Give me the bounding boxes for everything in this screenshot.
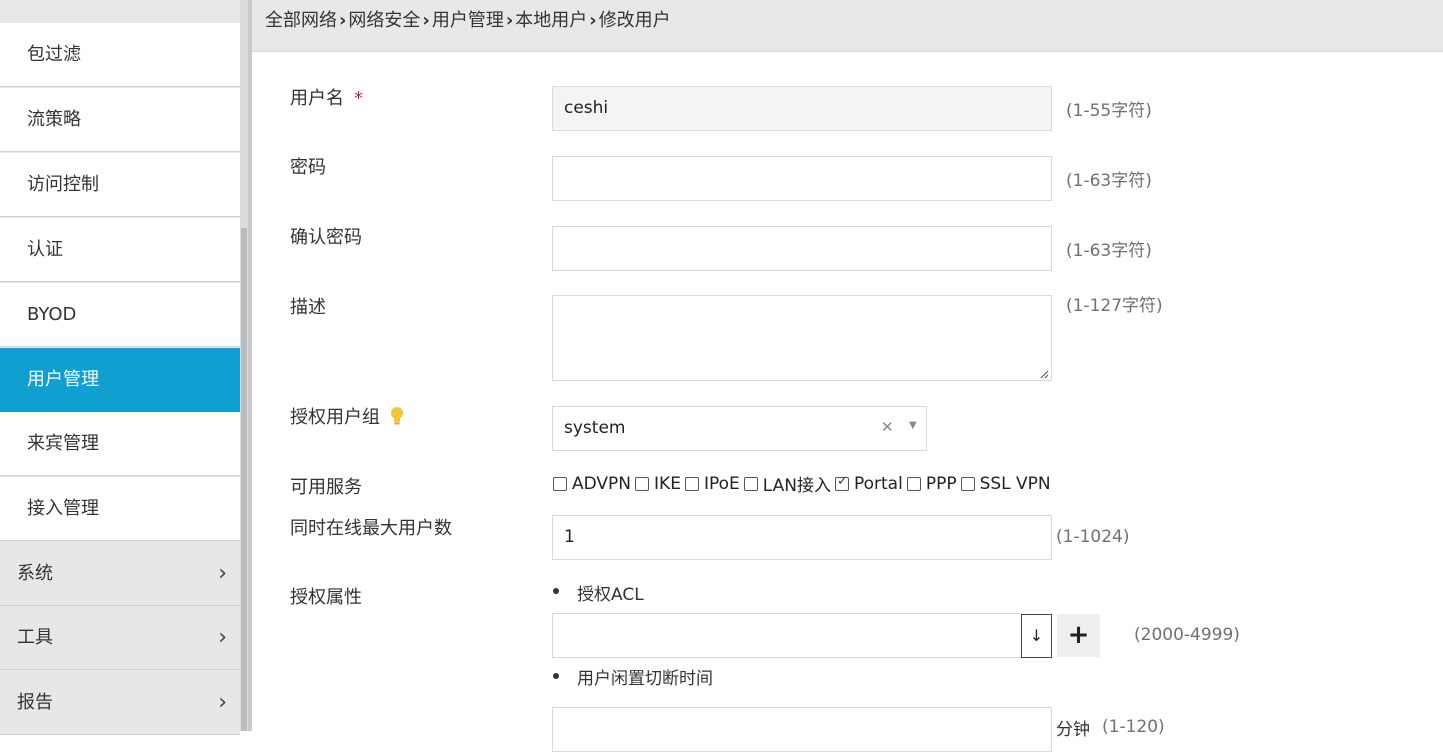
auth-group-label: 授权用户组 bbox=[290, 403, 404, 429]
service-portal[interactable]: Portal bbox=[834, 473, 903, 494]
chevron-right-icon: › bbox=[422, 10, 430, 31]
password-field[interactable] bbox=[552, 156, 1052, 201]
max-online-field[interactable]: 1 bbox=[552, 515, 1052, 560]
breadcrumb-item[interactable]: 用户管理 bbox=[432, 10, 504, 31]
description-label: 描述 bbox=[290, 297, 326, 318]
checkbox-label: LAN接入 bbox=[762, 476, 831, 496]
acl-input[interactable] bbox=[552, 613, 1022, 658]
checkbox-label: PPP bbox=[925, 473, 957, 494]
chevron-right-icon: › bbox=[589, 10, 597, 31]
description-textarea[interactable] bbox=[552, 295, 1052, 381]
add-acl-button[interactable]: + bbox=[1057, 614, 1100, 657]
username-label-text: 用户名 bbox=[290, 88, 344, 109]
sidebar-item-access-control[interactable]: 访问控制 bbox=[0, 153, 240, 217]
sidebar-scrollbar-thumb[interactable] bbox=[241, 228, 247, 731]
sidebar-item-flow-policy[interactable]: 流策略 bbox=[0, 88, 240, 152]
idle-cut-field[interactable] bbox=[552, 707, 1052, 752]
services-checkbox-group: ADVPN IKE IPoE LAN接入 Portal PPP SSL VPN bbox=[553, 471, 1055, 496]
service-advpn[interactable]: ADVPN bbox=[553, 474, 631, 494]
panel-divider bbox=[248, 0, 252, 731]
auth-group-selected: system bbox=[564, 418, 626, 438]
bullet-icon bbox=[553, 588, 559, 594]
confirm-password-field[interactable] bbox=[552, 226, 1052, 271]
acl-dropdown-button[interactable]: ↓ bbox=[1021, 614, 1052, 658]
dropdown-arrow-icon[interactable]: ▼ bbox=[909, 420, 917, 431]
checkbox[interactable] bbox=[684, 476, 699, 491]
sidebar-item-packet-filter[interactable]: 包过滤 bbox=[0, 23, 240, 87]
chevron-right-icon: › bbox=[505, 10, 514, 31]
checkbox-label: IKE bbox=[654, 473, 681, 494]
username-field[interactable]: ceshi bbox=[552, 86, 1052, 131]
arrow-down-icon: ↓ bbox=[1029, 626, 1044, 645]
checkbox[interactable] bbox=[960, 476, 975, 491]
checkbox[interactable] bbox=[906, 476, 921, 491]
chevron-right-icon: › bbox=[218, 625, 227, 650]
service-ipoe[interactable]: IPoE bbox=[684, 473, 740, 494]
username-hint: (1-55字符) bbox=[1066, 101, 1152, 121]
chevron-right-icon: › bbox=[339, 10, 347, 31]
sidebar: 包过滤 流策略 访问控制 认证 BYOD 用户管理 来宾管理 接入管理 系统 ›… bbox=[0, 0, 240, 735]
sidebar-group-label: 系统 bbox=[17, 563, 53, 584]
sidebar-item-access-management[interactable]: 接入管理 bbox=[0, 477, 240, 541]
password-hint: (1-63字符) bbox=[1066, 171, 1152, 191]
checkbox[interactable] bbox=[635, 476, 650, 491]
checkbox[interactable] bbox=[553, 476, 567, 491]
auth-group-label-text: 授权用户组 bbox=[290, 407, 380, 428]
idle-cut-hint: (1-120) bbox=[1102, 717, 1165, 737]
acl-hint: (2000-4999) bbox=[1134, 625, 1240, 645]
idle-cut-label: 用户闲置切断时间 bbox=[577, 669, 713, 689]
resize-grip-icon[interactable] bbox=[1039, 369, 1049, 379]
service-sslvpn[interactable]: SSL VPN bbox=[960, 473, 1051, 494]
acl-label: 授权ACL bbox=[577, 585, 644, 605]
sidebar-group-label: 工具 bbox=[17, 627, 53, 648]
idle-cut-unit: 分钟 bbox=[1056, 720, 1090, 740]
chevron-right-icon: › bbox=[218, 561, 227, 586]
sidebar-item-byod[interactable]: BYOD bbox=[0, 283, 240, 347]
lightbulb-icon[interactable] bbox=[390, 406, 404, 426]
breadcrumb: 全部网络 › 网络安全 › 用户管理 › 本地用户 › 修改用户 bbox=[252, 0, 1443, 52]
chevron-right-icon: › bbox=[218, 690, 227, 715]
confirm-password-label: 确认密码 bbox=[290, 227, 362, 248]
services-label: 可用服务 bbox=[290, 477, 362, 498]
required-mark: * bbox=[354, 88, 363, 109]
breadcrumb-current: 修改用户 bbox=[598, 10, 671, 31]
sidebar-item-guest-management[interactable]: 来宾管理 bbox=[0, 412, 240, 476]
password-label: 密码 bbox=[290, 157, 326, 178]
description-hint: (1-127字符) bbox=[1066, 296, 1163, 316]
clear-icon[interactable]: ✕ bbox=[881, 418, 894, 436]
auth-attrs-label: 授权属性 bbox=[290, 587, 362, 608]
breadcrumb-item[interactable]: 网络安全 bbox=[348, 10, 420, 31]
max-online-label: 同时在线最大用户数 bbox=[290, 518, 452, 539]
checkbox-label: ADVPN bbox=[572, 473, 632, 494]
sidebar-item-auth[interactable]: 认证 bbox=[0, 218, 240, 282]
sidebar-item-user-management[interactable]: 用户管理 bbox=[0, 348, 240, 412]
checkbox-label: Portal bbox=[853, 473, 903, 494]
checkbox-label: IPoE bbox=[703, 473, 740, 494]
confirm-password-hint: (1-63字符) bbox=[1066, 241, 1152, 261]
auth-group-select[interactable]: system bbox=[552, 406, 927, 451]
sidebar-group-label: 报告 bbox=[17, 692, 53, 713]
service-lan[interactable]: LAN接入 bbox=[743, 471, 831, 496]
checkbox-checked[interactable] bbox=[834, 474, 849, 491]
breadcrumb-item[interactable]: 全部网络 bbox=[265, 10, 337, 31]
checkbox[interactable] bbox=[743, 476, 758, 491]
bullet-icon bbox=[553, 673, 559, 679]
sidebar-group-report[interactable]: 报告 › bbox=[0, 671, 240, 735]
checkbox-label: SSL VPN bbox=[979, 473, 1051, 494]
service-ppp[interactable]: PPP bbox=[906, 473, 957, 494]
breadcrumb-item[interactable]: 本地用户 bbox=[515, 10, 587, 31]
service-ike[interactable]: IKE bbox=[635, 474, 681, 494]
max-online-hint: (1-1024) bbox=[1056, 527, 1130, 547]
username-label: 用户名 * bbox=[290, 84, 363, 110]
sidebar-group-tools[interactable]: 工具 › bbox=[0, 606, 240, 670]
sidebar-group-system[interactable]: 系统 › bbox=[0, 542, 240, 606]
